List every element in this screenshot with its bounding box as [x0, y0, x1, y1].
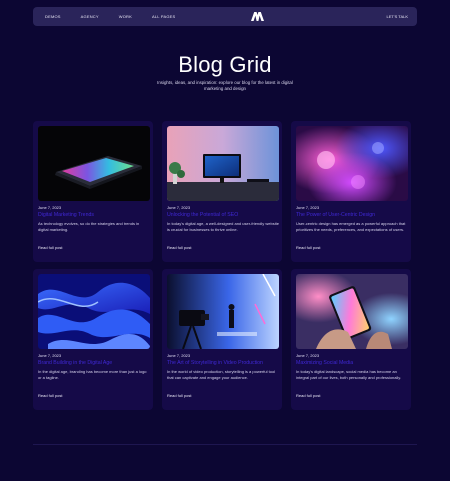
- blog-grid-page: DEMOS AGENCY WORK ALL PAGES LET'S TALK B…: [0, 0, 450, 481]
- blog-card[interactable]: June 7, 2023 Brand Building in the Digit…: [33, 269, 153, 410]
- post-image-desk-setup[interactable]: [167, 126, 279, 201]
- post-title[interactable]: The Art of Storytelling in Video Product…: [167, 360, 279, 366]
- page-subtitle: Insights, ideas, and inspiration: explor…: [157, 80, 293, 92]
- blog-card[interactable]: June 7, 2023 The Art of Storytelling in …: [162, 269, 282, 410]
- post-excerpt: User-centric design has emerged as a pow…: [296, 221, 406, 232]
- post-image-phone-in-hand[interactable]: [296, 274, 408, 349]
- post-image-neon-lights[interactable]: [296, 126, 408, 201]
- post-title[interactable]: Unlocking the Potential of SEO: [167, 212, 279, 218]
- read-full-post-link[interactable]: Read full post: [167, 393, 191, 398]
- blog-card[interactable]: June 7, 2023 The Power of User-Centric D…: [291, 121, 411, 262]
- read-full-post-link[interactable]: Read full post: [167, 245, 191, 250]
- post-image-laptop[interactable]: [38, 126, 150, 201]
- read-full-post-link[interactable]: Read full post: [38, 245, 62, 250]
- nav-link-all-pages[interactable]: ALL PAGES: [152, 14, 175, 19]
- post-title[interactable]: Maximizing Social Media: [296, 360, 408, 366]
- post-excerpt: As technology evolves, so do the strateg…: [38, 221, 140, 232]
- blog-card[interactable]: June 7, 2023 Digital Marketing Trends As…: [33, 121, 153, 262]
- post-title[interactable]: Digital Marketing Trends: [38, 212, 150, 218]
- blog-card[interactable]: June 7, 2023 Maximizing Social Media In …: [291, 269, 411, 410]
- footer-divider: [33, 444, 417, 445]
- lets-talk-link[interactable]: LET'S TALK: [386, 14, 408, 19]
- nav-link-work[interactable]: WORK: [119, 14, 132, 19]
- post-date: June 7, 2023: [167, 205, 191, 210]
- post-image-blue-waves[interactable]: [38, 274, 150, 349]
- post-excerpt: In today's digital age, a well-designed …: [167, 221, 279, 232]
- post-date: June 7, 2023: [167, 353, 191, 358]
- post-image-video-studio[interactable]: [167, 274, 279, 349]
- post-date: June 7, 2023: [38, 205, 62, 210]
- post-title[interactable]: The Power of User-Centric Design: [296, 212, 408, 218]
- nav-link-agency[interactable]: AGENCY: [81, 14, 99, 19]
- nav-link-demos[interactable]: DEMOS: [45, 14, 61, 19]
- blog-card[interactable]: June 7, 2023 Unlocking the Potential of …: [162, 121, 282, 262]
- post-excerpt: In today's digital landscape, social med…: [296, 369, 402, 380]
- post-excerpt: In the world of video production, storyt…: [167, 369, 276, 380]
- read-full-post-link[interactable]: Read full post: [38, 393, 62, 398]
- post-title[interactable]: Brand Building in the Digital Age: [38, 360, 150, 366]
- page-title: Blog Grid: [178, 52, 272, 77]
- top-nav-bar: DEMOS AGENCY WORK ALL PAGES LET'S TALK: [33, 7, 417, 26]
- post-date: June 7, 2023: [296, 353, 320, 358]
- read-full-post-link[interactable]: Read full post: [296, 393, 320, 398]
- post-date: June 7, 2023: [296, 205, 320, 210]
- nav-links: DEMOS AGENCY WORK ALL PAGES: [45, 14, 175, 19]
- post-date: June 7, 2023: [38, 353, 62, 358]
- read-full-post-link[interactable]: Read full post: [296, 245, 320, 250]
- m-brand-logo-icon[interactable]: [251, 12, 264, 21]
- post-excerpt: In the digital age, branding has become …: [38, 369, 147, 380]
